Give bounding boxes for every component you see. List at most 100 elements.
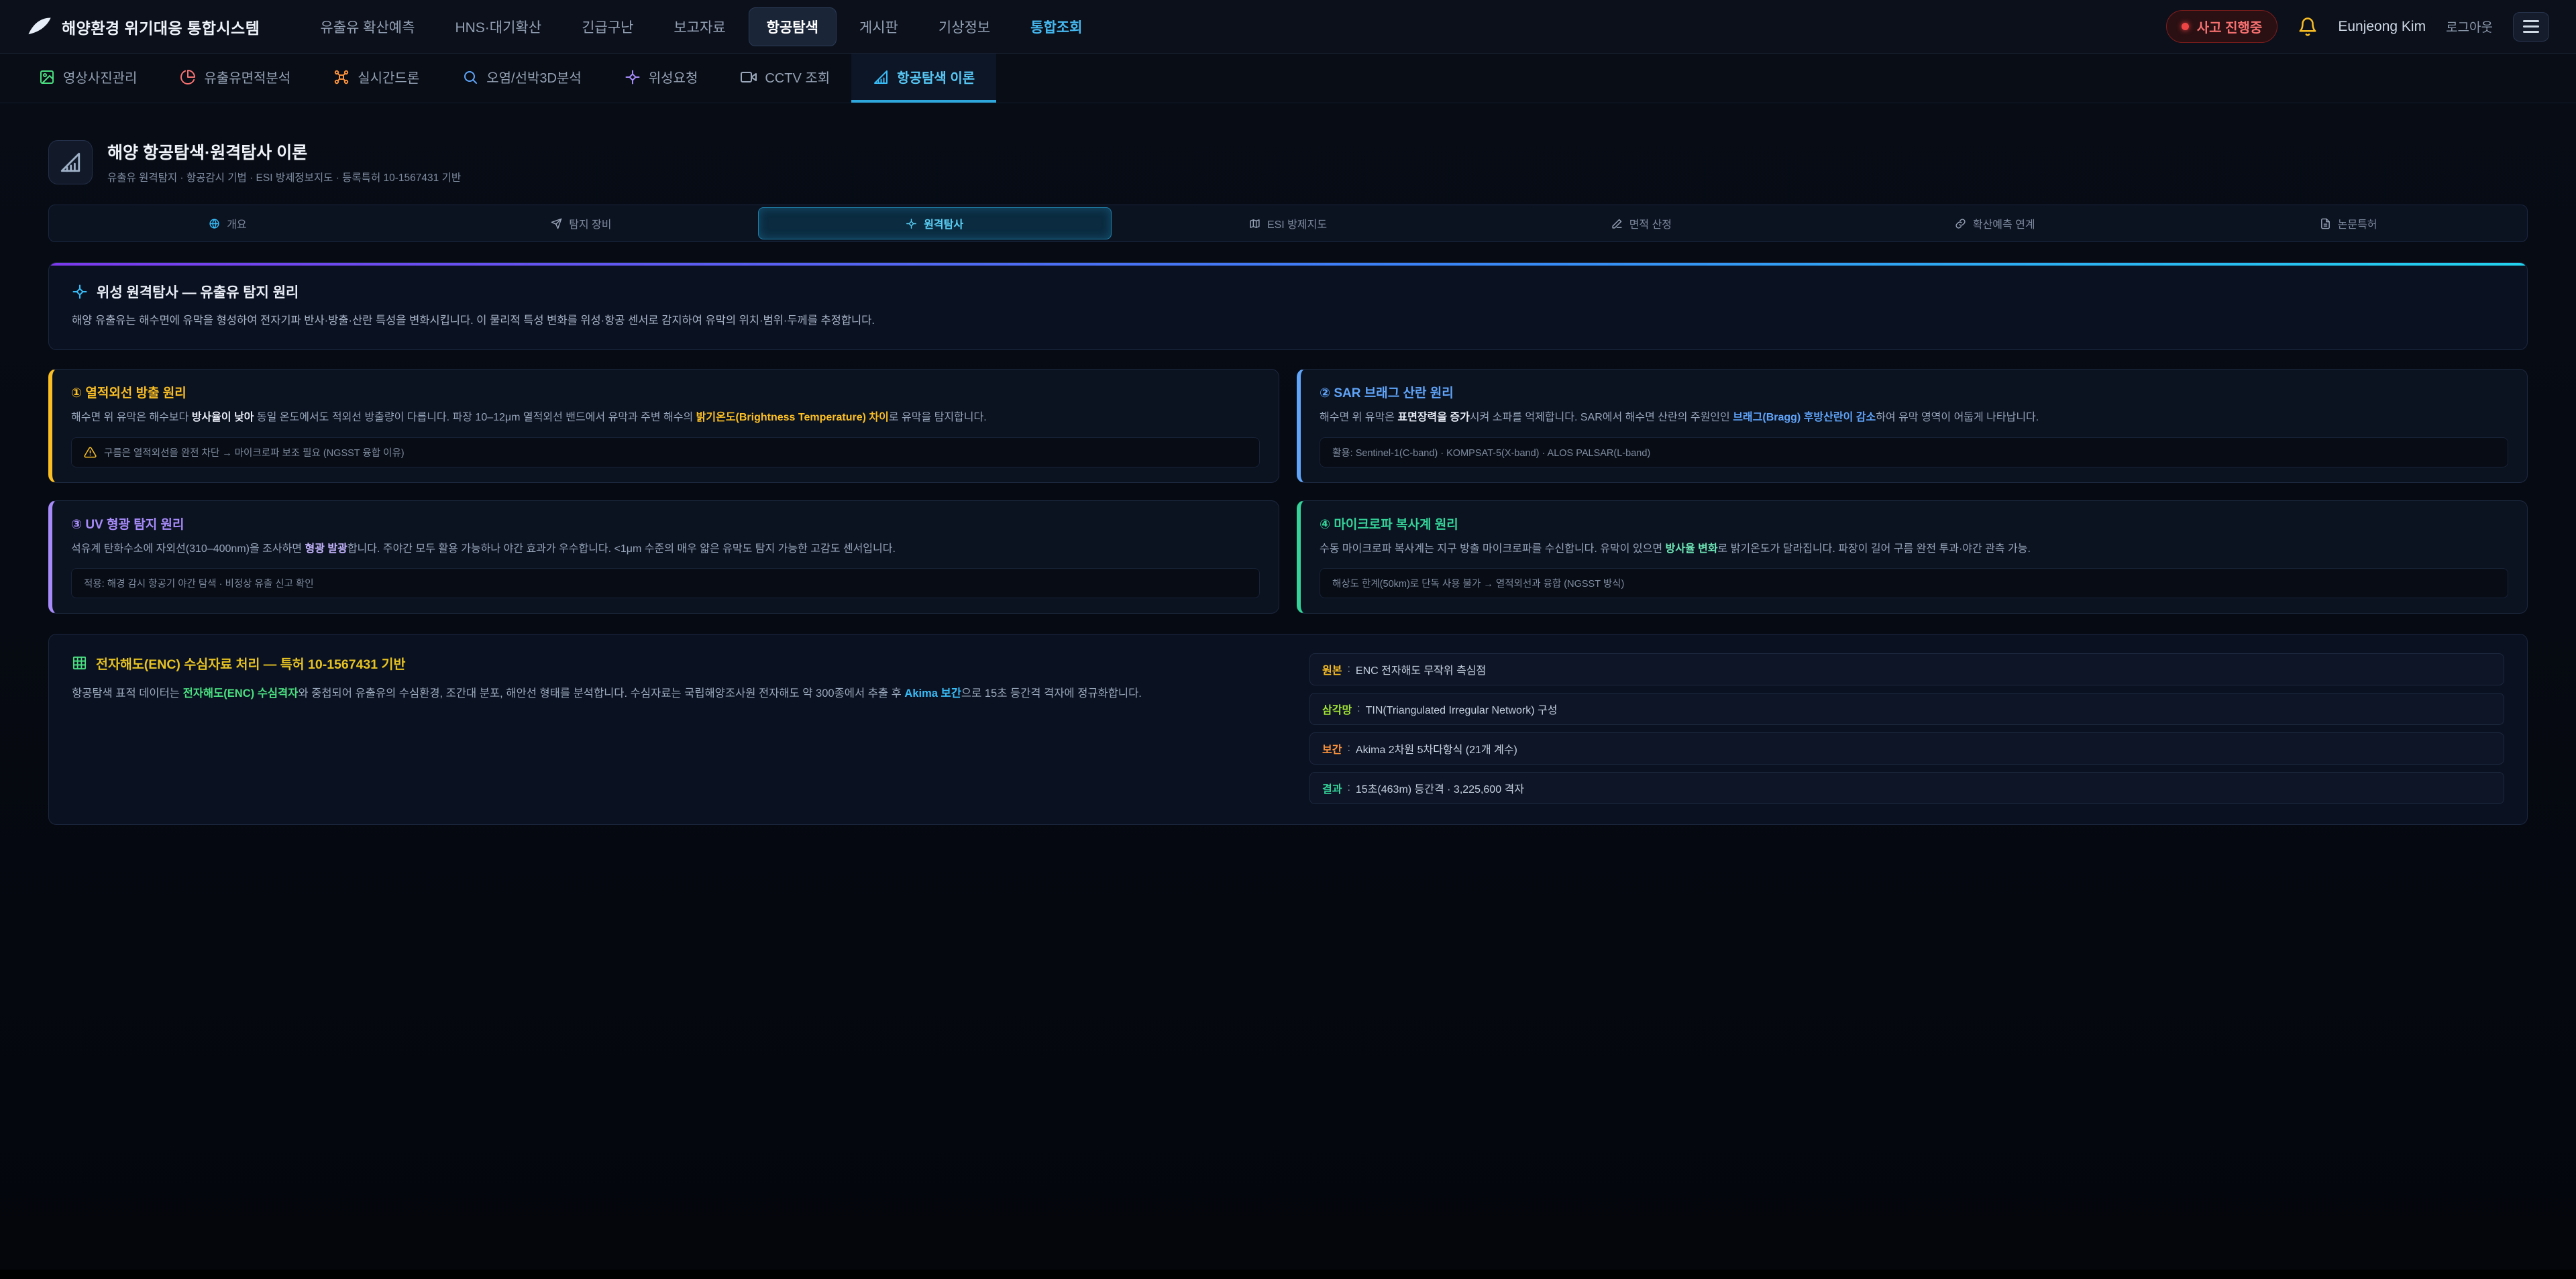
- subtab-label: 위성요청: [649, 67, 698, 87]
- tab-label: 확산예측 연계: [1973, 215, 2035, 231]
- logout-button[interactable]: 로그아웃: [2446, 17, 2493, 36]
- ruler-icon: [873, 69, 889, 85]
- tab-remote-sensing[interactable]: 원격탐사: [758, 207, 1112, 239]
- bell-icon[interactable]: [2298, 17, 2318, 37]
- enc-row-label: 삼각망: [1322, 701, 1352, 717]
- nav-item-aerial-search[interactable]: 항공탐색: [749, 7, 837, 46]
- card-body: 수동 마이크로파 복사계는 지구 방출 마이크로파를 수신합니다. 유막이 있으…: [1320, 541, 2508, 558]
- card-uv-fluorescence: ③ UV 형광 탐지 원리 석유계 탄화수소에 자외선(310–400nm)을 …: [48, 500, 1279, 614]
- section-description: 해양 유출유는 해수면에 유막을 형성하여 전자기파 반사·방출·산란 특성을 …: [72, 312, 2504, 329]
- card-note: 해상도 한계(50km)로 단독 사용 불가 → 열적외선과 융합 (NGSST…: [1320, 568, 2508, 598]
- camera-icon: [741, 69, 757, 85]
- top-navbar: 해양환경 위기대응 통합시스템 유출유 확산예측 HNS·대기확산 긴급구난 보…: [0, 0, 2576, 54]
- enc-body: 항공탐색 표적 데이터는 전자해도(ENC) 수심격자와 중첩되어 유출유의 수…: [72, 684, 1267, 703]
- pencil-icon: [1611, 218, 1623, 229]
- subtab-label: 영상사진관리: [63, 67, 137, 87]
- nav-item-board[interactable]: 게시판: [842, 8, 916, 46]
- page-title: 해양 항공탐색·원격탐사 이론: [107, 140, 461, 164]
- ruler-icon: [59, 151, 82, 174]
- card-body: 해수면 위 유막은 해수보다 방사율이 낮아 동일 온도에서도 적외선 방출량이…: [71, 409, 1260, 427]
- plane-icon: [551, 218, 562, 229]
- nav-item-integrated-search[interactable]: 통합조회: [1013, 8, 1099, 46]
- subnav-tabs: 영상사진관리 유출유면적분석 실시간드론 오염/선박3D분석 위성요청 CCTV…: [0, 54, 2576, 103]
- card-sar-bragg: ② SAR 브래그 산란 원리 해수면 위 유막은 표면장력을 증가시켜 소파를…: [1297, 369, 2528, 482]
- subtab-label: 항공탐색 이론: [897, 67, 975, 87]
- page-header: 해양 항공탐색·원격탐사 이론 유출유 원격탐지 · 항공감시 기법 · ESI…: [48, 140, 2528, 184]
- document-icon: [2320, 218, 2331, 229]
- satellite-icon: [906, 218, 917, 229]
- tab-label: 탐지 장비: [569, 215, 611, 231]
- app-title: 해양환경 위기대응 통합시스템: [62, 15, 260, 38]
- tab-label: 원격탐사: [924, 215, 963, 231]
- subtab-satellite-request[interactable]: 위성요청: [603, 54, 720, 103]
- subtab-aerial-search-theory[interactable]: 항공탐색 이론: [851, 54, 996, 103]
- subtab-image-photo-management[interactable]: 영상사진관리: [17, 54, 158, 103]
- tab-area-calculation[interactable]: 면적 산정: [1464, 207, 1818, 239]
- card-note: 적용: 해경 감시 항공기 야간 탐색 · 비정상 유출 신고 확인: [71, 568, 1260, 598]
- card-body: 석유계 탄화수소에 자외선(310–400nm)을 조사하면 형광 발광합니다.…: [71, 541, 1260, 558]
- tab-papers-patents[interactable]: 논문특허: [2171, 207, 2525, 239]
- tab-overview[interactable]: 개요: [51, 207, 405, 239]
- nav-item-reports[interactable]: 보고자료: [656, 8, 743, 46]
- incident-status-badge: 사고 진행중: [2166, 10, 2278, 43]
- tab-esi-map[interactable]: ESI 방제지도: [1112, 207, 1465, 239]
- card-note-text: 해상도 한계(50km)로 단독 사용 불가 → 열적외선과 융합 (NGSST…: [1332, 576, 1624, 590]
- enc-row-separator: :: [1347, 782, 1350, 794]
- card-title: ① 열적외선 방출 원리: [71, 383, 1260, 401]
- window-bottom-edge: [0, 1270, 2576, 1279]
- nav-item-spill-prediction[interactable]: 유출유 확산예측: [303, 8, 432, 46]
- page-icon-box: [48, 140, 93, 184]
- wing-logo-icon: [27, 14, 52, 40]
- enc-row-value: TIN(Triangulated Irregular Network) 구성: [1366, 701, 1558, 717]
- enc-depth-data-section: 전자해도(ENC) 수심자료 처리 — 특허 10-1567431 기반 항공탐…: [48, 634, 2528, 825]
- subtab-label: 유출유면적분석: [204, 67, 290, 87]
- section-title-row: 위성 원격탐사 — 유출유 탐지 원리: [72, 282, 2504, 302]
- enc-row-value: ENC 전자해도 무작위 측심점: [1356, 661, 1486, 677]
- main-content: 해양 항공탐색·원격탐사 이론 유출유 원격탐지 · 항공감시 기법 · ESI…: [0, 103, 2576, 825]
- subtab-label: 실시간드론: [358, 67, 419, 87]
- theory-tab-bar: 개요 탐지 장비 원격탐사 ESI 방제지도 면적 산정 확산예측 연계 논문특…: [48, 205, 2528, 242]
- card-note: 활용: Sentinel-1(C-band) · KOMPSAT-5(X-ban…: [1320, 437, 2508, 467]
- card-note-text: 활용: Sentinel-1(C-band) · KOMPSAT-5(X-ban…: [1332, 445, 1650, 459]
- menu-icon[interactable]: [2513, 12, 2549, 42]
- enc-title-row: 전자해도(ENC) 수심자료 처리 — 특허 10-1567431 기반: [72, 653, 1267, 673]
- subtab-oil-area-analysis[interactable]: 유출유면적분석: [158, 54, 312, 103]
- subtab-pollution-ship-3d[interactable]: 오염/선박3D분석: [441, 54, 603, 103]
- tab-diffusion-link[interactable]: 확산예측 연계: [1818, 207, 2171, 239]
- card-microwave-radiometer: ④ 마이크로파 복사계 원리 수동 마이크로파 복사계는 지구 방출 마이크로파…: [1297, 500, 2528, 614]
- user-name: Eunjeong Kim: [2338, 19, 2426, 35]
- incident-dot-icon: [2182, 23, 2189, 30]
- enc-row-value: Akima 2차원 5차다항식 (21개 계수): [1356, 740, 1517, 757]
- warning-icon: [84, 446, 97, 459]
- card-note: 구름은 열적외선을 완전 차단 → 마이크로파 보조 필요 (NGSST 융합 …: [71, 437, 1260, 467]
- card-note-text: 적용: 해경 감시 항공기 야간 탐색 · 비정상 유출 신고 확인: [84, 576, 314, 590]
- enc-row-result: 결과 : 15초(463m) 등간격 · 3,225,600 격자: [1309, 772, 2504, 804]
- enc-row-value: 15초(463m) 등간격 · 3,225,600 격자: [1356, 780, 1524, 796]
- image-icon: [39, 69, 55, 85]
- remote-sensing-principle-section: 위성 원격탐사 — 유출유 탐지 원리 해양 유출유는 해수면에 유막을 형성하…: [48, 262, 2528, 350]
- tab-label: 면적 산정: [1629, 215, 1672, 231]
- card-title: ③ UV 형광 탐지 원리: [71, 514, 1260, 533]
- enc-row-separator: :: [1357, 703, 1360, 715]
- tab-detection-equipment[interactable]: 탐지 장비: [405, 207, 758, 239]
- grid-icon: [72, 655, 87, 671]
- nav-item-weather-info[interactable]: 기상정보: [921, 8, 1008, 46]
- subtab-label: 오염/선박3D분석: [486, 67, 582, 87]
- satellite-icon: [625, 69, 641, 85]
- enc-row-separator: :: [1347, 663, 1350, 675]
- globe-icon: [209, 218, 220, 229]
- satellite-icon: [72, 284, 88, 300]
- tab-label: ESI 방제지도: [1267, 215, 1327, 231]
- subtab-cctv-view[interactable]: CCTV 조회: [719, 54, 851, 103]
- subtab-realtime-drone[interactable]: 실시간드론: [312, 54, 441, 103]
- subtab-label: CCTV 조회: [765, 67, 830, 87]
- nav-item-hns-diffusion[interactable]: HNS·대기확산: [437, 8, 559, 46]
- nav-item-emergency-rescue[interactable]: 긴급구난: [564, 8, 651, 46]
- app-logo[interactable]: 해양환경 위기대응 통합시스템: [27, 14, 260, 40]
- enc-row-interpolation: 보간 : Akima 2차원 5차다항식 (21개 계수): [1309, 732, 2504, 765]
- enc-left-column: 전자해도(ENC) 수심자료 처리 — 특허 10-1567431 기반 항공탐…: [72, 653, 1267, 804]
- enc-row-label: 결과: [1322, 780, 1342, 796]
- enc-row-label: 원본: [1322, 661, 1342, 677]
- section-title: 위성 원격탐사 — 유출유 탐지 원리: [97, 282, 299, 302]
- card-title: ④ 마이크로파 복사계 원리: [1320, 514, 2508, 533]
